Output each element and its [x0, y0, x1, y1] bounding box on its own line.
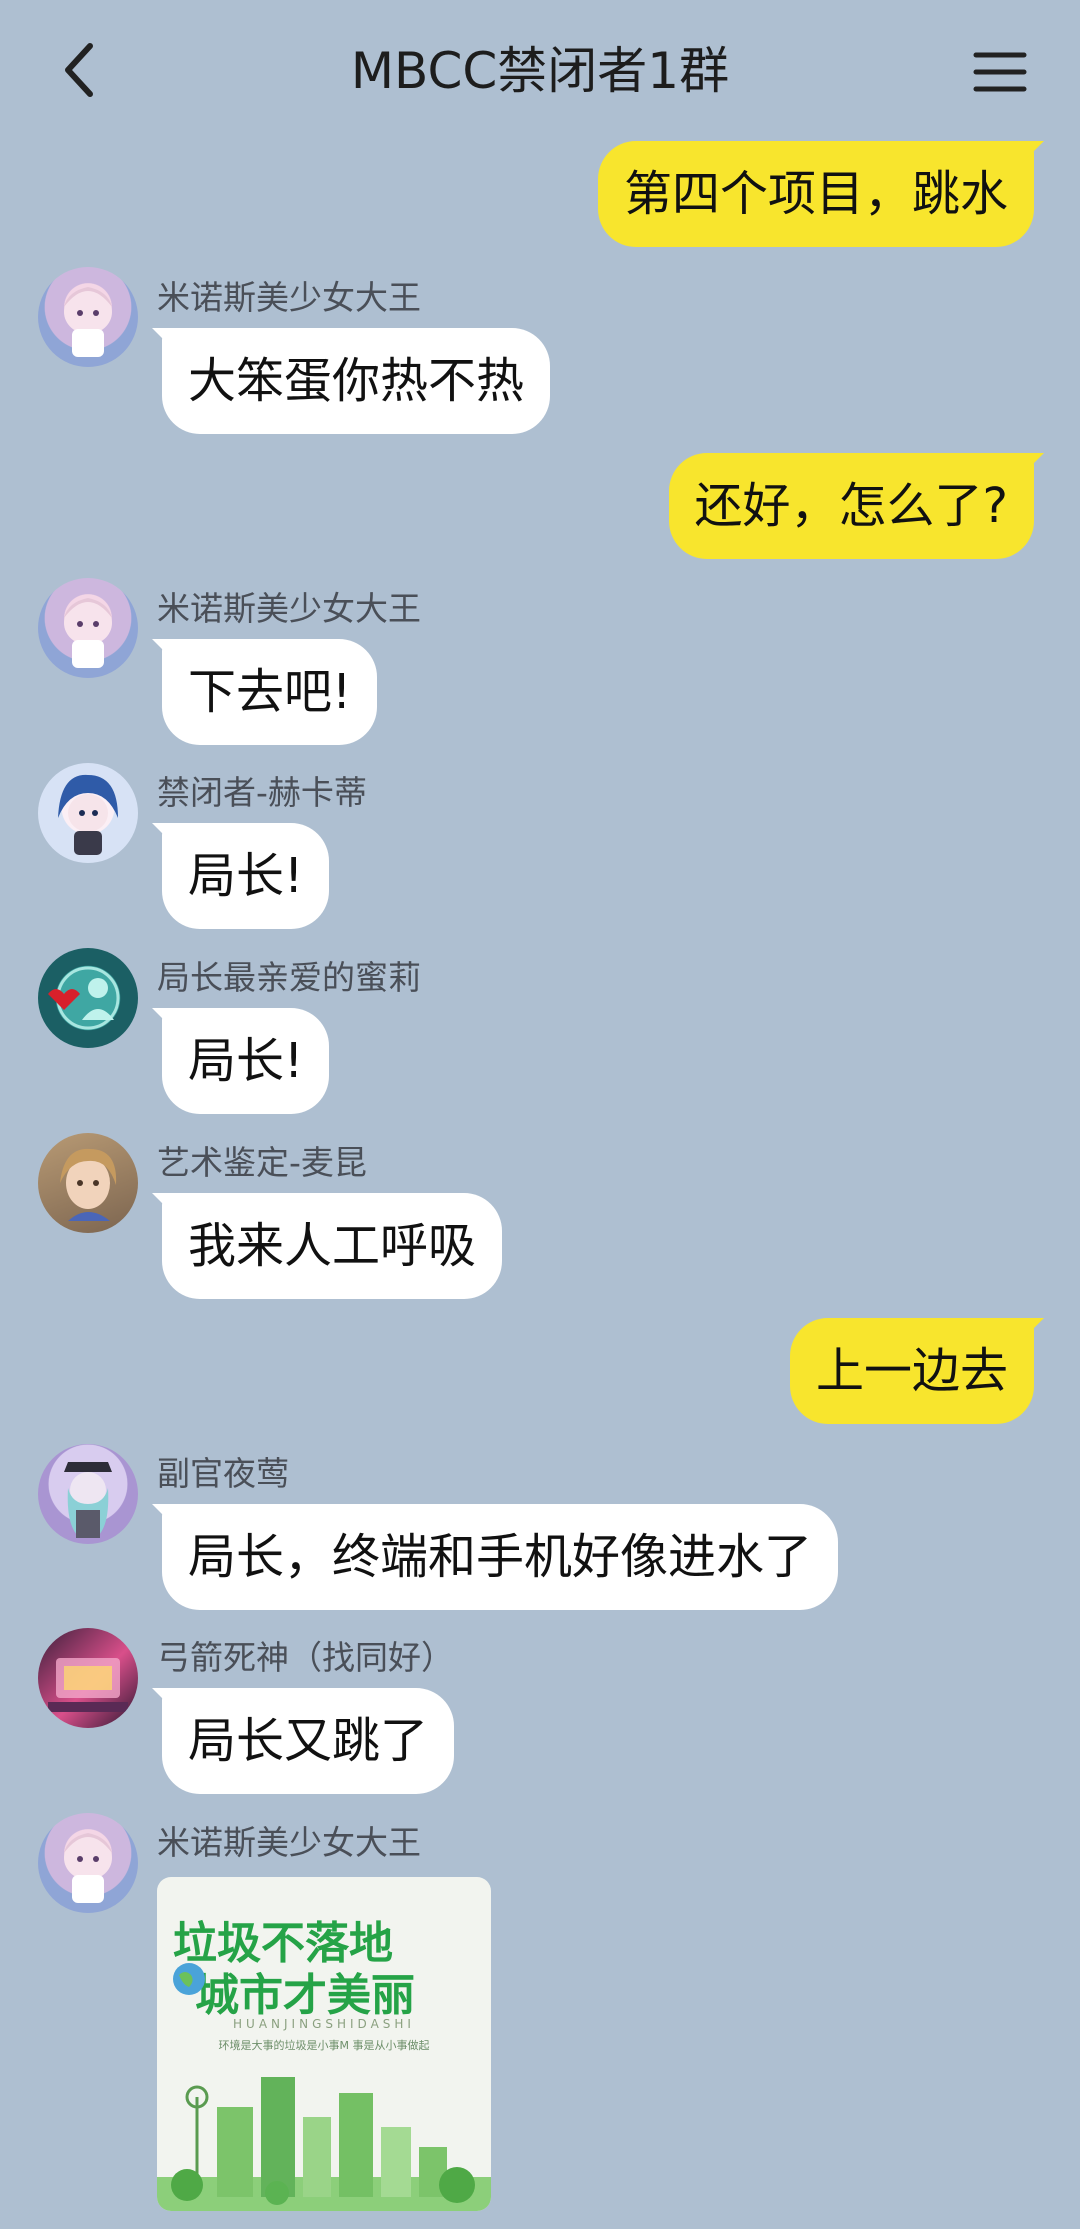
city-skyline-illustration	[157, 2077, 491, 2211]
poster-subtitle: HUANJINGSHIDASHI	[233, 2017, 415, 2031]
avatar[interactable]	[38, 1628, 138, 1728]
avatar[interactable]	[38, 948, 138, 1048]
sender-name: 弓箭死神（找同好）	[157, 1638, 454, 1677]
avatar-character-image	[64, 1833, 112, 1903]
sender-name: 米诺斯美少女大王	[157, 1823, 421, 1862]
message-bubble-incoming[interactable]: 我来人工呼吸	[151, 1193, 503, 1299]
message-bubble-incoming[interactable]: 局长又跳了	[151, 1688, 455, 1794]
message-bubble-incoming[interactable]: 局长!	[151, 823, 330, 929]
avatar-character-image	[64, 1462, 112, 1538]
avatar[interactable]	[38, 578, 138, 678]
message-bubble-incoming[interactable]: 大笨蛋你热不热	[151, 328, 551, 434]
avatar[interactable]	[38, 1133, 138, 1233]
sender-name: 局长最亲爱的蜜莉	[157, 958, 421, 997]
poster-headline-2: 城市才美丽	[195, 1970, 415, 2021]
avatar-scene-image	[48, 1658, 128, 1712]
avatar-character-image	[60, 1148, 117, 1221]
chat-header: MBCC禁闭者1群	[0, 0, 1080, 140]
message-bubble-outgoing[interactable]: 上一边去	[789, 1318, 1045, 1424]
sender-name: 副官夜莺	[157, 1454, 289, 1493]
globe-icon	[173, 1963, 205, 1995]
avatar[interactable]	[38, 1813, 138, 1913]
chat-title: MBCC禁闭者1群	[350, 42, 730, 100]
message-bubble-outgoing[interactable]: 第四个项目，跳水	[597, 141, 1045, 247]
avatar[interactable]	[38, 763, 138, 863]
chevron-left-icon	[65, 43, 93, 97]
hamburger-menu-icon	[973, 52, 1027, 92]
message-bubble-incoming[interactable]: 下去吧!	[151, 639, 378, 745]
avatar-character-image	[64, 598, 112, 668]
avatar-character-image	[64, 287, 112, 357]
message-bubble-incoming[interactable]: 局长!	[151, 1008, 330, 1114]
sender-name: 禁闭者-赫卡蒂	[157, 773, 367, 812]
avatar-character-image	[58, 774, 118, 855]
message-bubble-incoming[interactable]: 局长，终端和手机好像进水了	[151, 1504, 839, 1610]
avatar-logo-image	[48, 966, 120, 1030]
avatar[interactable]	[38, 1444, 138, 1544]
sender-name: 米诺斯美少女大王	[157, 589, 421, 628]
back-button[interactable]	[48, 32, 112, 108]
menu-button[interactable]	[968, 40, 1032, 104]
poster-caption: 环境是大事的垃圾是小事M 事是从小事做起	[218, 2039, 430, 2052]
avatar[interactable]	[38, 267, 138, 367]
message-bubble-outgoing[interactable]: 还好，怎么了?	[668, 453, 1045, 559]
sender-name: 米诺斯美少女大王	[157, 278, 421, 317]
sender-name: 艺术鉴定-麦昆	[157, 1143, 367, 1182]
image-message[interactable]: 垃圾不落地 城市才美丽 HUANJINGSHIDASHI 环境是大事的垃圾是小事…	[157, 1877, 491, 2211]
